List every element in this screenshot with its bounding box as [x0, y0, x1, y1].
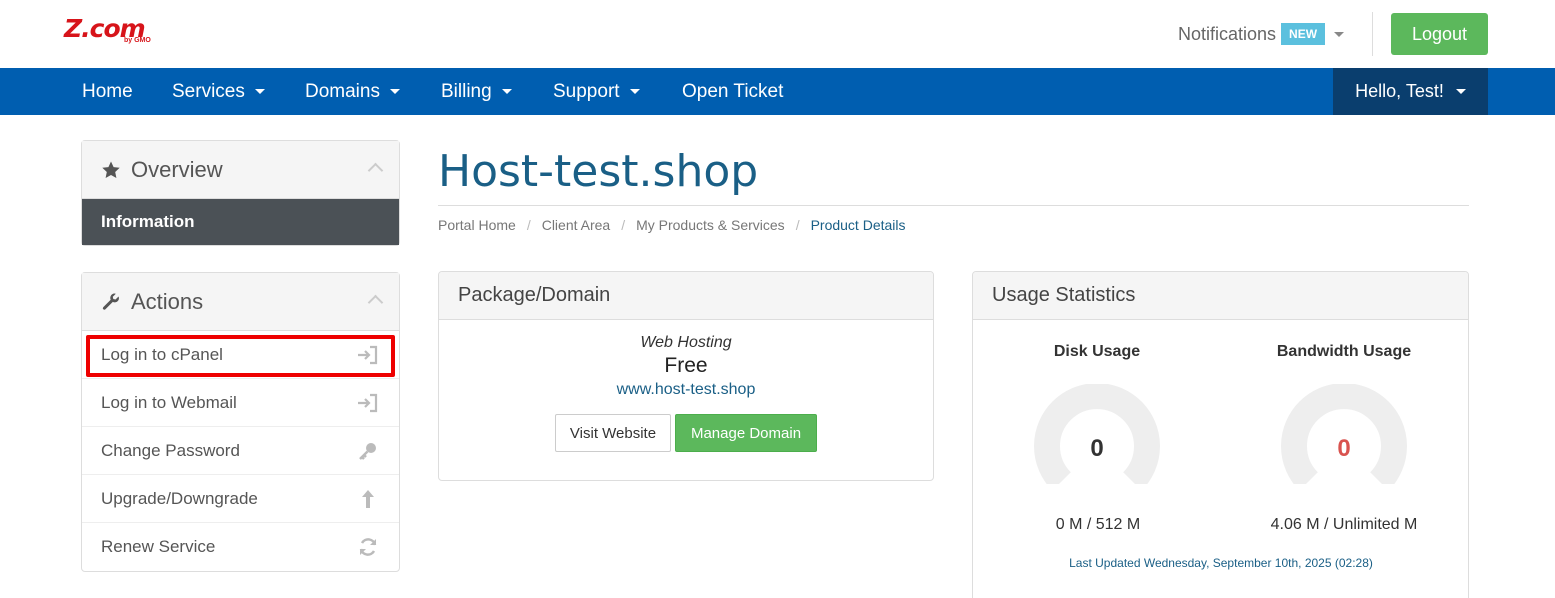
- key-icon: [357, 441, 379, 461]
- sign-in-icon: [357, 393, 379, 413]
- package-domain-header: Package/Domain: [439, 272, 933, 320]
- caret-down-icon: [1455, 89, 1466, 94]
- bandwidth-usage-gauge: 0: [1281, 384, 1407, 484]
- caret-down-icon: [501, 89, 512, 94]
- arrow-up-icon: [357, 489, 379, 509]
- package-body: Web Hosting Free www.host-test.shop Visi…: [439, 334, 933, 452]
- breadcrumb-product-details: Product Details: [810, 217, 906, 233]
- star-icon: [101, 160, 121, 180]
- last-updated-text: Last Updated Wednesday, September 10th, …: [1069, 556, 1373, 570]
- usage-statistics-header: Usage Statistics: [973, 272, 1468, 320]
- sidebar-item-upgrade-downgrade[interactable]: Upgrade/Downgrade: [82, 475, 399, 523]
- refresh-icon: [357, 537, 379, 557]
- new-badge: NEW: [1281, 23, 1326, 45]
- overview-panel: Overview Information: [81, 140, 400, 246]
- nav-support[interactable]: Support: [553, 68, 640, 115]
- actions-panel: Actions Log in to cPanel Log in to Webma…: [81, 272, 400, 572]
- top-header: Z.com by GMO Notifications NEW Logout: [0, 0, 1555, 68]
- main-nav: Home Services Domains Billing Support Op…: [0, 68, 1555, 115]
- nav-domains-label: Domains: [305, 80, 380, 102]
- visit-website-button[interactable]: Visit Website: [555, 414, 671, 452]
- nav-support-label: Support: [553, 80, 620, 102]
- zcom-logo[interactable]: Z.com by GMO: [64, 14, 190, 48]
- package-type: Web Hosting: [640, 334, 732, 351]
- breadcrumb-client-area[interactable]: Client Area: [542, 217, 610, 233]
- title-divider: [438, 205, 1469, 206]
- breadcrumb-separator: /: [526, 217, 531, 233]
- nav-open-ticket[interactable]: Open Ticket: [682, 68, 783, 115]
- wrench-icon: [101, 292, 121, 312]
- sidebar-item-label: Upgrade/Downgrade: [101, 488, 258, 508]
- sidebar-item-label: Change Password: [101, 440, 240, 460]
- bandwidth-usage-detail: 4.06 M / Unlimited M: [1270, 516, 1418, 533]
- nav-services-label: Services: [172, 80, 245, 102]
- package-price: Free: [664, 354, 708, 377]
- highlight-box: [86, 335, 395, 377]
- caret-down-icon: [389, 89, 400, 94]
- page-title: Host-test.shop: [438, 146, 759, 197]
- actions-title: Actions: [131, 288, 204, 314]
- breadcrumb-portal-home[interactable]: Portal Home: [438, 217, 516, 233]
- bandwidth-usage-value: 0: [1337, 435, 1350, 462]
- nav-billing-label: Billing: [441, 80, 492, 102]
- disk-usage-detail: 0 M / 512 M: [1055, 516, 1141, 533]
- sidebar-item-label: Log in to Webmail: [101, 392, 237, 412]
- sidebar-item-login-webmail[interactable]: Log in to Webmail: [82, 379, 399, 427]
- nav-billing[interactable]: Billing: [441, 68, 512, 115]
- sidebar-item-renew-service[interactable]: Renew Service: [82, 523, 399, 571]
- user-menu[interactable]: Hello, Test!: [1333, 68, 1488, 115]
- breadcrumb-separator: /: [795, 217, 800, 233]
- package-buttons: Visit Website Manage Domain: [439, 414, 933, 452]
- notifications-dropdown[interactable]: Notifications NEW: [1178, 22, 1345, 46]
- usage-statistics-card: Usage Statistics Disk Usage 0 0 M / 512 …: [972, 271, 1469, 598]
- breadcrumb-separator: /: [621, 217, 626, 233]
- sidebar-item-information[interactable]: Information: [82, 199, 399, 245]
- logo-sub: by GMO: [124, 37, 151, 44]
- nav-open-ticket-label: Open Ticket: [682, 80, 784, 102]
- package-domain-card: Package/Domain Web Hosting Free www.host…: [438, 271, 934, 481]
- breadcrumb-products-services[interactable]: My Products & Services: [636, 217, 785, 233]
- overview-panel-header[interactable]: Overview: [82, 141, 399, 199]
- package-domain-link[interactable]: www.host-test.shop: [439, 381, 933, 399]
- manage-domain-button[interactable]: Manage Domain: [675, 414, 817, 452]
- chevron-up-icon[interactable]: [367, 294, 384, 311]
- sidebar-item-label: Information: [101, 212, 195, 231]
- logout-button[interactable]: Logout: [1391, 13, 1488, 55]
- actions-panel-header[interactable]: Actions: [82, 273, 399, 331]
- caret-down-icon: [1334, 31, 1345, 37]
- header-divider: [1372, 12, 1373, 56]
- caret-down-icon: [629, 89, 640, 94]
- disk-usage-label: Disk Usage: [1053, 343, 1141, 360]
- disk-usage-gauge: 0: [1034, 384, 1160, 484]
- chevron-up-icon[interactable]: [367, 162, 384, 179]
- bandwidth-usage-label: Bandwidth Usage: [1276, 343, 1412, 360]
- user-greeting: Hello, Test!: [1355, 81, 1444, 101]
- nav-home-label: Home: [82, 80, 133, 102]
- breadcrumb: Portal Home / Client Area / My Products …: [438, 217, 906, 233]
- disk-usage-value: 0: [1090, 435, 1103, 462]
- sidebar-item-change-password[interactable]: Change Password: [82, 427, 399, 475]
- caret-down-icon: [254, 89, 265, 94]
- sidebar-item-label: Renew Service: [101, 537, 216, 556]
- nav-services[interactable]: Services: [172, 68, 265, 115]
- nav-domains[interactable]: Domains: [305, 68, 400, 115]
- overview-title: Overview: [131, 156, 223, 182]
- notifications-label: Notifications: [1178, 23, 1277, 44]
- nav-home[interactable]: Home: [82, 68, 133, 115]
